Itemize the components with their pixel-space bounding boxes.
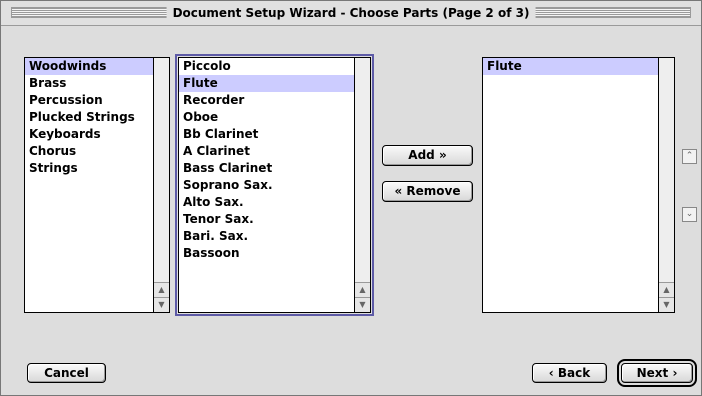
instrument-scrollbar[interactable]: ▲ ▼ xyxy=(354,58,370,312)
window-title: Document Setup Wizard - Choose Parts (Pa… xyxy=(166,4,536,22)
instrument-list-item[interactable]: Bass Clarinet xyxy=(179,160,354,177)
category-list-item[interactable]: Keyboards xyxy=(25,126,153,143)
move-down-arrow-icon[interactable]: ⌄ xyxy=(682,207,697,222)
cancel-button[interactable]: Cancel xyxy=(27,363,106,383)
category-list-item[interactable]: Brass xyxy=(25,75,153,92)
title-bar[interactable]: Document Setup Wizard - Choose Parts (Pa… xyxy=(1,1,701,26)
category-scrollbar[interactable]: ▲ ▼ xyxy=(153,58,169,312)
instrument-list-item[interactable]: Piccolo xyxy=(179,58,354,75)
category-list-item[interactable]: Woodwinds xyxy=(25,58,153,75)
instrument-list-item[interactable]: Oboe xyxy=(179,109,354,126)
chosen-parts-list[interactable]: Flute ▲ ▼ xyxy=(482,57,675,313)
instrument-list-item[interactable]: A Clarinet xyxy=(179,143,354,160)
instrument-items: Piccolo Flute Recorder Oboe Bb Clarinet A Cla… xyxy=(179,58,354,312)
chosen-scrollbar[interactable]: ▲ ▼ xyxy=(658,58,674,312)
instrument-list-item[interactable]: Bb Clarinet xyxy=(179,126,354,143)
instrument-list-item[interactable]: Flute xyxy=(179,75,354,92)
instrument-list[interactable]: Piccolo Flute Recorder Oboe Bb Clarinet A Cla… xyxy=(175,54,374,316)
category-list-item[interactable]: Plucked Strings xyxy=(25,109,153,126)
scroll-down-arrow-icon[interactable]: ▼ xyxy=(154,297,169,312)
wizard-window: Document Setup Wizard - Choose Parts (Pa… xyxy=(0,0,702,396)
scroll-up-arrow-icon[interactable]: ▲ xyxy=(355,282,370,297)
instrument-list-item[interactable]: Bari. Sax. xyxy=(179,228,354,245)
move-up-arrow-icon[interactable]: ⌃ xyxy=(682,149,697,164)
back-button[interactable]: ‹ Back xyxy=(532,363,607,383)
remove-button[interactable]: « Remove xyxy=(382,181,473,202)
instrument-list-item[interactable]: Tenor Sax. xyxy=(179,211,354,228)
chosen-parts-list-item[interactable]: Flute xyxy=(483,58,658,75)
scroll-down-arrow-icon[interactable]: ▼ xyxy=(659,297,674,312)
instrument-list-item[interactable]: Bassoon xyxy=(179,245,354,262)
scroll-up-arrow-icon[interactable]: ▲ xyxy=(659,282,674,297)
category-list-item[interactable]: Chorus xyxy=(25,143,153,160)
scroll-down-arrow-icon[interactable]: ▼ xyxy=(355,297,370,312)
category-list[interactable]: Woodwinds Brass Percussion Plucked Strings K… xyxy=(24,57,170,313)
instrument-list-item[interactable]: Recorder xyxy=(179,92,354,109)
instrument-list-item[interactable]: Soprano Sax. xyxy=(179,177,354,194)
category-list-item[interactable]: Percussion xyxy=(25,92,153,109)
category-items: Woodwinds Brass Percussion Plucked Strings K… xyxy=(25,58,153,312)
category-list-item[interactable]: Strings xyxy=(25,160,153,177)
instrument-list-item[interactable]: Alto Sax. xyxy=(179,194,354,211)
next-button[interactable]: Next › xyxy=(617,359,697,387)
add-button[interactable]: Add » xyxy=(382,145,473,166)
chosen-parts-items: Flute xyxy=(483,58,658,312)
scroll-up-arrow-icon[interactable]: ▲ xyxy=(154,282,169,297)
